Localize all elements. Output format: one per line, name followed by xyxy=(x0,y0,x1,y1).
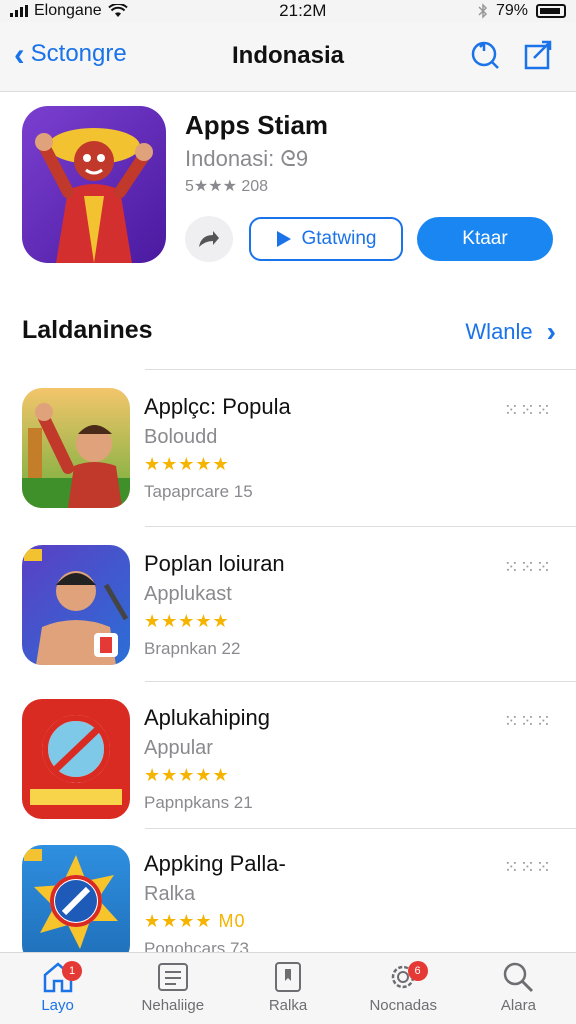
app-icon xyxy=(22,388,130,508)
see-all-label: Wlanle xyxy=(465,319,533,344)
battery-icon xyxy=(536,4,566,18)
open-button-label: Ktaar xyxy=(462,228,508,249)
share-icon[interactable] xyxy=(522,38,554,70)
tab-badge: 1 xyxy=(62,961,82,981)
tab-label: Nocnadas xyxy=(369,997,437,1014)
tab-label: Alara xyxy=(500,997,536,1014)
divider xyxy=(145,526,576,527)
tab-label: Ralka xyxy=(268,997,308,1014)
list-item[interactable]: Appking Palla- Ralka ★★★★ M0 Ponohcars 7… xyxy=(22,845,556,969)
app-category: Boloudd xyxy=(144,426,218,448)
navigation-bar: ‹ Sctongre Indonasia xyxy=(0,22,576,92)
app-rating-stars: ★★★★ M0 xyxy=(144,911,246,931)
list-item[interactable]: Aplukahiping Appular ★★★★★ Papnpkans 21 … xyxy=(22,699,556,823)
list-item[interactable]: Poplan loiuran Applukast ★★★★★ Brapnkan … xyxy=(22,545,556,669)
tab-label: Layo xyxy=(41,997,74,1014)
more-icon[interactable]: ⁙⁙⁙ xyxy=(504,711,552,732)
tab-list[interactable]: Nehaliige xyxy=(115,953,230,1024)
get-button[interactable]: Gtatwing xyxy=(249,217,403,261)
app-icon xyxy=(22,699,130,819)
search-icon xyxy=(504,962,534,993)
list-item[interactable]: Applçc: Popula Boloudd ★★★★★ Tapaprcare … xyxy=(22,388,556,512)
tab-home[interactable]: 1 Layo xyxy=(0,953,115,1024)
get-button-label: Gtatwing xyxy=(301,228,377,249)
see-all-link[interactable]: Wlanle › xyxy=(465,316,556,348)
app-review-count: Brapnkan 22 xyxy=(144,639,241,658)
play-icon xyxy=(276,231,291,247)
more-icon[interactable]: ⁙⁙⁙ xyxy=(504,557,552,578)
status-bar: Elongane 21:2M 79% xyxy=(0,0,576,22)
app-name: Applçc: Popula xyxy=(144,394,291,419)
divider xyxy=(145,681,576,682)
featured-app-name: Apps Stiam xyxy=(185,110,329,140)
tab-search[interactable]: Alara xyxy=(461,953,576,1024)
battery-percent: 79% xyxy=(495,2,528,19)
list-icon xyxy=(157,963,188,991)
app-name: Aplukahiping xyxy=(144,705,270,730)
status-right: 79% xyxy=(478,2,566,20)
section-title: Laldanines xyxy=(22,316,153,344)
featured-app-rating: 5★★★ 208 xyxy=(185,178,269,195)
tab-label: Nehaliige xyxy=(141,997,205,1014)
bluetooth-icon xyxy=(478,3,488,19)
clock: 21:2M xyxy=(279,1,327,20)
signal-icon xyxy=(10,5,28,17)
more-icon[interactable]: ⁙⁙⁙ xyxy=(504,400,552,421)
app-rating-stars: ★★★★★ xyxy=(144,765,230,785)
app-icon xyxy=(22,845,130,965)
app-name: Appking Palla- xyxy=(144,851,286,876)
app-category: Appular xyxy=(144,737,213,759)
bookmark-icon xyxy=(275,962,301,992)
arrow-icon xyxy=(199,231,219,247)
app-rating-stars: ★★★★★ xyxy=(144,454,230,474)
app-review-count: Tapaprcare 15 xyxy=(144,482,253,501)
chevron-right-icon: › xyxy=(546,316,556,347)
app-category: Ralka xyxy=(144,883,196,905)
carrier-name: Elongane xyxy=(34,2,102,19)
divider xyxy=(145,369,576,370)
app-icon xyxy=(22,545,130,665)
tab-bookmark[interactable]: Ralka xyxy=(230,953,345,1024)
section-header: Laldanines Wlanle › xyxy=(22,312,556,352)
app-name: Poplan loiuran xyxy=(144,551,285,576)
app-rating-stars: ★★★★★ xyxy=(144,611,230,631)
tab-badge: 6 xyxy=(407,961,428,981)
app-review-count: Papnpkans 21 xyxy=(144,793,253,812)
tab-settings[interactable]: 6 Nocnadas xyxy=(346,953,461,1024)
featured-app-subtitle: Indonasi: ᘓ9 xyxy=(185,146,309,171)
share-button[interactable] xyxy=(185,216,233,262)
refresh-icon[interactable] xyxy=(468,38,500,70)
open-button[interactable]: Ktaar xyxy=(417,217,553,261)
wifi-icon xyxy=(107,4,128,17)
divider xyxy=(145,828,576,829)
featured-app: Apps Stiam Indonasi: ᘓ9 5★★★ 208 Gtatwin… xyxy=(22,106,562,271)
app-category: Applukast xyxy=(144,583,232,605)
tab-bar: 1 Layo Nehaliige Ralka 6 Nocnadas Alara xyxy=(0,952,576,1024)
featured-app-icon[interactable] xyxy=(22,106,166,263)
more-icon[interactable]: ⁙⁙⁙ xyxy=(504,857,552,878)
status-left: Elongane xyxy=(10,2,128,20)
